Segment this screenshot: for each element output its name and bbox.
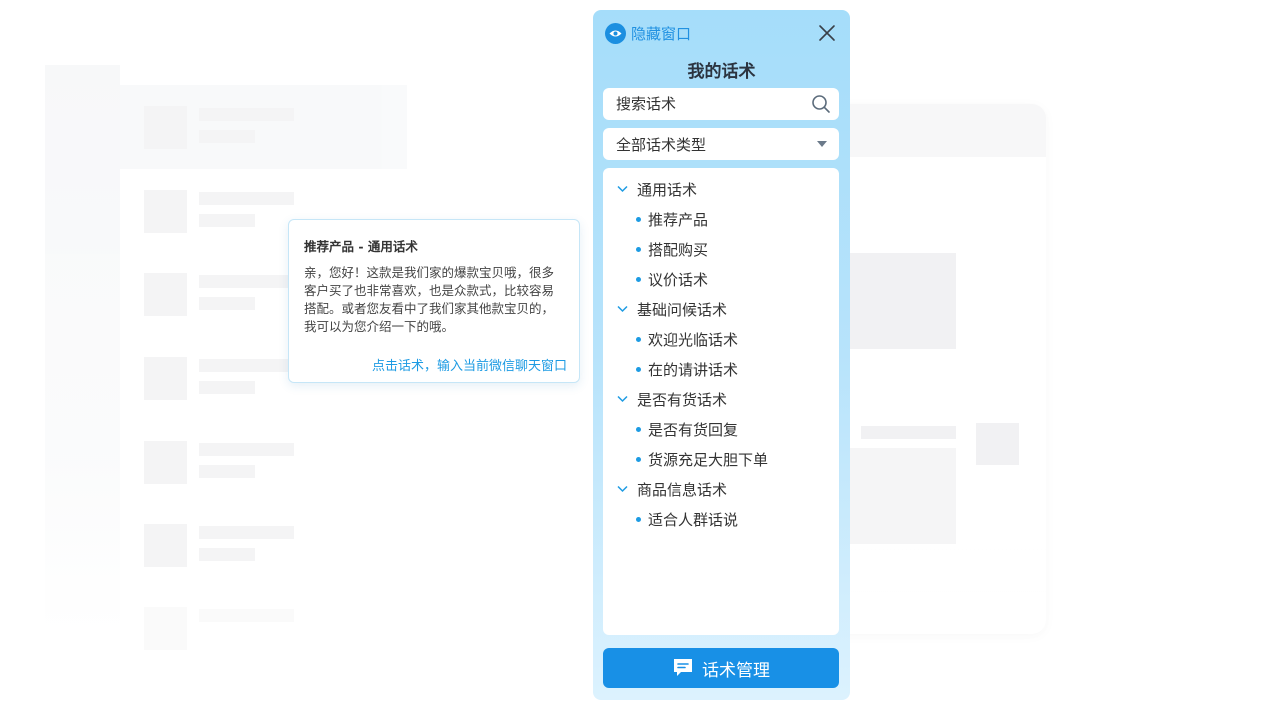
script-item[interactable]: 议价话术 <box>603 268 839 290</box>
skeleton-row <box>144 607 344 651</box>
script-item[interactable]: 推荐产品 <box>603 208 839 230</box>
script-type-value: 全部话术类型 <box>616 135 707 154</box>
group-label: 商品信息话术 <box>637 480 728 499</box>
script-preview-tooltip: 推荐产品 - 通用话术 亲，您好！这款是我们家的爆款宝贝哦，很多客户买了也非常喜… <box>288 219 580 383</box>
tooltip-body: 亲，您好！这款是我们家的爆款宝贝哦，很多客户买了也非常喜欢，也是众款式，比较容易… <box>304 265 555 334</box>
close-icon[interactable] <box>818 24 836 42</box>
group-header-general[interactable]: 通用话术 <box>603 178 839 200</box>
script-item[interactable]: 欢迎光临话术 <box>603 328 839 350</box>
chevron-down-icon <box>617 305 628 313</box>
script-group: 基础问候话术 欢迎光临话术 在的请讲话术 <box>603 298 839 380</box>
background-image-block <box>836 253 956 349</box>
script-item-label: 适合人群话说 <box>648 510 739 529</box>
script-item[interactable]: 货源充足大胆下单 <box>603 448 839 470</box>
background-chat-window <box>820 104 1046 634</box>
script-item[interactable]: 在的请讲话术 <box>603 358 839 380</box>
script-item-label: 是否有货回复 <box>648 420 739 439</box>
panel-title: 我的话术 <box>687 62 756 82</box>
bullet-dot-icon <box>636 276 641 282</box>
script-item-label: 搭配购买 <box>648 240 709 259</box>
script-item-label: 在的请讲话术 <box>648 360 739 379</box>
hide-window-button[interactable]: 隐藏窗口 <box>605 22 691 44</box>
dropdown-caret-icon <box>817 141 827 147</box>
group-label: 是否有货话术 <box>637 390 728 409</box>
skeleton-row <box>144 441 344 485</box>
bullet-dot-icon <box>636 426 641 432</box>
script-panel: 隐藏窗口 我的话术 全部话术类型 通用话术 推荐产品 搭配购买 议价话术 <box>593 10 850 700</box>
script-group: 通用话术 推荐产品 搭配购买 议价话术 <box>603 178 839 290</box>
bullet-dot-icon <box>636 456 641 462</box>
script-tree: 通用话术 推荐产品 搭配购买 议价话术 基础问候话术 欢迎光临话术 在的请讲话术… <box>603 168 839 635</box>
script-item-label: 欢迎光临话术 <box>648 330 739 349</box>
script-item[interactable]: 是否有货回复 <box>603 418 839 440</box>
chevron-down-icon <box>617 395 628 403</box>
chat-bubble-icon <box>674 659 692 676</box>
script-manage-label: 话术管理 <box>702 660 770 681</box>
script-item[interactable]: 适合人群话说 <box>603 508 839 530</box>
script-manage-button[interactable]: 话术管理 <box>603 648 839 688</box>
background-text-line <box>861 426 956 439</box>
script-type-select[interactable]: 全部话术类型 <box>603 128 839 160</box>
hide-window-label: 隐藏窗口 <box>631 24 692 43</box>
bullet-dot-icon <box>636 336 641 342</box>
group-header-stock[interactable]: 是否有货话术 <box>603 388 839 410</box>
chevron-down-icon <box>617 185 628 193</box>
script-group: 是否有货话术 是否有货回复 货源充足大胆下单 <box>603 388 839 470</box>
background-avatar <box>976 423 1019 465</box>
skeleton-row <box>144 106 344 150</box>
background-window-header <box>820 104 1046 157</box>
group-header-product-info[interactable]: 商品信息话术 <box>603 478 839 500</box>
tooltip-title: 推荐产品 - 通用话术 <box>304 239 418 254</box>
insert-script-link[interactable]: 点击话术，输入当前微信聊天窗口 <box>372 355 567 374</box>
bullet-dot-icon <box>636 366 641 372</box>
bullet-dot-icon <box>636 516 641 522</box>
search-input[interactable] <box>616 95 811 113</box>
script-item-label: 议价话术 <box>648 270 709 289</box>
script-item-label: 推荐产品 <box>648 210 709 229</box>
background-sidebar <box>45 65 120 635</box>
group-label: 通用话术 <box>637 180 698 199</box>
bullet-dot-icon <box>636 246 641 252</box>
script-group: 商品信息话术 适合人群话说 <box>603 478 839 530</box>
chevron-down-icon <box>617 485 628 493</box>
script-item-label: 货源充足大胆下单 <box>648 450 769 469</box>
eye-icon <box>605 22 626 44</box>
group-header-greeting[interactable]: 基础问候话术 <box>603 298 839 320</box>
skeleton-row <box>144 524 344 568</box>
bullet-dot-icon <box>636 216 641 222</box>
script-item[interactable]: 搭配购买 <box>603 238 839 260</box>
search-box <box>603 88 839 120</box>
background-image-block <box>836 448 956 544</box>
search-icon[interactable] <box>811 94 831 114</box>
group-label: 基础问候话术 <box>637 300 728 319</box>
